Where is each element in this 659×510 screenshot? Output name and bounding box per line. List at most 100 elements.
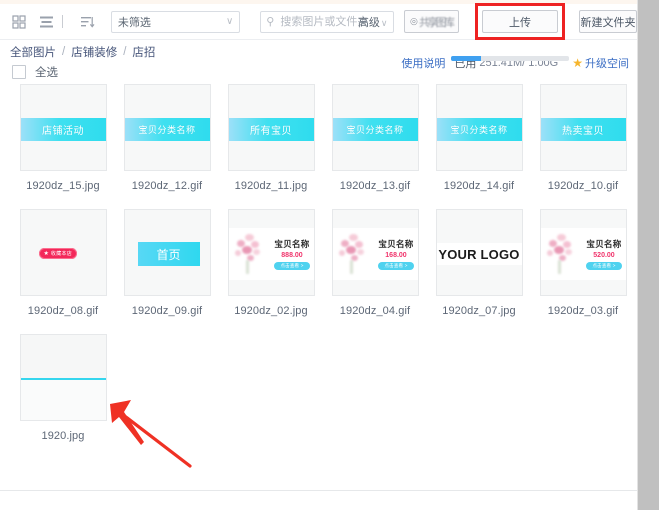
- image-space-app: 未筛选 ∨ ⚲ 高级∨ ◎ 共享图库 上传 新建文件夹 全部图片 / 店铺: [0, 0, 637, 510]
- chevron-down-icon: ∨: [380, 17, 388, 28]
- chevron-down-icon: ∨: [225, 16, 234, 27]
- file-grid: 店铺活动 1920dz_15.jpg 宝贝分类名称 1920dz_12.gif …: [0, 84, 637, 459]
- flower-illustration: [337, 232, 371, 276]
- product-price: 520.00: [593, 252, 615, 259]
- usage-help-link[interactable]: 使用说明: [401, 55, 445, 71]
- upgrade-space-label: 升级空间: [585, 58, 629, 70]
- product-cta-label: 点击查看 >: [280, 263, 304, 268]
- product-cta-button: 点击查看 >: [378, 262, 414, 270]
- shared-gallery-label: 共享图库: [418, 16, 455, 29]
- product-name: 宝贝名称: [378, 239, 414, 249]
- product-cta-label: 点击查看 >: [384, 263, 408, 268]
- file-item[interactable]: 热卖宝贝 1920dz_10.gif: [531, 84, 635, 192]
- new-folder-button-label: 新建文件夹: [580, 16, 636, 29]
- thumb-banner-text: 所有宝贝: [250, 126, 292, 137]
- file-item[interactable]: ★ 收藏本店 1920dz_08.gif: [11, 209, 115, 317]
- file-thumbnail[interactable]: 宝贝名称 520.00 点击查看 >: [539, 209, 627, 296]
- file-name: 1920dz_12.gif: [131, 180, 203, 192]
- file-item[interactable]: 宝贝分类名称 1920dz_12.gif: [115, 84, 219, 192]
- thumb-banner-text: 店铺活动: [42, 126, 84, 137]
- advanced-search-toggle[interactable]: 高级∨: [358, 14, 388, 30]
- file-name: 1920.jpg: [41, 430, 85, 442]
- thumb-logo: YOUR LOGO: [436, 243, 522, 265]
- breadcrumb-separator: /: [123, 46, 127, 58]
- flower-illustration: [545, 232, 579, 276]
- thumb-banner: 所有宝贝: [228, 118, 314, 141]
- select-all-label: 全选: [35, 67, 58, 79]
- file-item[interactable]: 宝贝名称 520.00 点击查看 > 1920dz_03.gif: [531, 209, 635, 317]
- file-thumbnail[interactable]: [19, 334, 107, 421]
- file-item[interactable]: 宝贝名称 168.00 点击查看 > 1920dz_04.gif: [323, 209, 427, 317]
- outer-scrollbar[interactable]: [637, 0, 659, 510]
- file-item[interactable]: 首页 1920dz_09.gif: [115, 209, 219, 317]
- storage-progress-track: [451, 56, 569, 61]
- file-thumbnail[interactable]: 宝贝分类名称: [435, 84, 523, 171]
- toolbar: 未筛选 ∨ ⚲ 高级∨ ◎ 共享图库 上传 新建文件夹: [0, 3, 637, 40]
- file-item[interactable]: 宝贝分类名称 1920dz_13.gif: [323, 84, 427, 192]
- thumb-banner: 宝贝分类名称: [332, 118, 418, 141]
- thumb-home-button: 首页: [137, 242, 200, 266]
- file-thumbnail[interactable]: 所有宝贝: [227, 84, 315, 171]
- file-thumbnail[interactable]: 宝贝分类名称: [331, 84, 419, 171]
- file-thumbnail[interactable]: 宝贝名称 888.00 点击查看 >: [227, 209, 315, 296]
- list-view-icon[interactable]: [37, 11, 56, 33]
- star-icon: ★: [43, 251, 49, 257]
- file-thumbnail[interactable]: 宝贝名称 168.00 点击查看 >: [331, 209, 419, 296]
- new-folder-button[interactable]: 新建文件夹: [578, 10, 637, 33]
- file-thumbnail[interactable]: 宝贝分类名称: [123, 84, 211, 171]
- thumb-home-text: 首页: [156, 247, 181, 262]
- thumb-banner-text: 宝贝分类名称: [138, 125, 196, 135]
- gallery-icon: ◎: [410, 16, 418, 26]
- search-icon: ⚲: [266, 16, 275, 28]
- thumb-banner: 热卖宝贝: [540, 118, 626, 141]
- search-box[interactable]: ⚲ 高级∨: [260, 10, 394, 33]
- product-cta-button: 点击查看 >: [586, 262, 622, 270]
- file-thumbnail[interactable]: 首页: [123, 209, 211, 296]
- file-name: 1920dz_14.gif: [443, 180, 515, 192]
- breadcrumb-item-2[interactable]: 店招: [132, 44, 155, 60]
- file-name: 1920dz_07.jpg: [442, 305, 516, 317]
- grid-view-icon[interactable]: [10, 11, 29, 33]
- upload-button-label: 上传: [508, 16, 531, 29]
- file-thumbnail[interactable]: YOUR LOGO: [435, 209, 523, 296]
- thumb-banner-text: 热卖宝贝: [562, 126, 604, 137]
- file-name: 1920dz_04.gif: [339, 305, 411, 317]
- upgrade-space-link[interactable]: ★ 升级空间: [572, 55, 629, 71]
- file-name: 1920dz_03.gif: [547, 305, 619, 317]
- product-price: 888.00: [281, 252, 303, 259]
- select-all-checkbox[interactable]: [12, 65, 26, 79]
- product-info: 宝贝名称 888.00 点击查看 >: [271, 238, 314, 270]
- toolbar-divider: [62, 15, 64, 28]
- product-info: 宝贝名称 168.00 点击查看 >: [375, 238, 418, 270]
- file-thumbnail[interactable]: 热卖宝贝: [539, 84, 627, 171]
- file-item[interactable]: YOUR LOGO 1920dz_07.jpg: [427, 209, 531, 317]
- breadcrumb-item-0[interactable]: 全部图片: [10, 44, 56, 60]
- file-item[interactable]: 所有宝贝 1920dz_11.jpg: [219, 84, 323, 192]
- upload-button[interactable]: 上传: [481, 10, 558, 33]
- thumb-pill-text: 收藏本店: [50, 251, 73, 257]
- product-cta-label: 点击查看 >: [592, 263, 616, 268]
- product-cta-button: 点击查看 >: [274, 262, 310, 270]
- shared-gallery-button[interactable]: ◎ 共享图库: [403, 10, 459, 33]
- filter-select[interactable]: 未筛选 ∨: [110, 10, 241, 33]
- thumb-pill-badge: ★ 收藏本店: [38, 248, 78, 259]
- thumb-banner: 宝贝分类名称: [436, 118, 522, 141]
- breadcrumb: 全部图片 / 店铺装修 / 店招: [10, 44, 155, 60]
- breadcrumb-item-1[interactable]: 店铺装修: [71, 44, 117, 60]
- upload-highlight-box: 上传: [474, 3, 565, 40]
- flower-illustration: [233, 232, 267, 276]
- thumb-logo-text: YOUR LOGO: [438, 246, 520, 262]
- sort-icon[interactable]: [78, 11, 97, 33]
- thumb-line-image: [20, 335, 106, 420]
- file-item[interactable]: 1920.jpg: [11, 334, 115, 442]
- advanced-search-label: 高级: [357, 16, 380, 29]
- file-thumbnail[interactable]: 店铺活动: [19, 84, 107, 171]
- file-thumbnail[interactable]: ★ 收藏本店: [19, 209, 107, 296]
- product-name: 宝贝名称: [586, 239, 622, 249]
- storage-progress-fill: [451, 56, 481, 61]
- file-item[interactable]: 宝贝名称 888.00 点击查看 > 1920dz_02.jpg: [219, 209, 323, 317]
- file-item[interactable]: 店铺活动 1920dz_15.jpg: [11, 84, 115, 192]
- product-price: 168.00: [385, 252, 407, 259]
- select-all-row[interactable]: 全选: [12, 64, 58, 80]
- file-item[interactable]: 宝贝分类名称 1920dz_14.gif: [427, 84, 531, 192]
